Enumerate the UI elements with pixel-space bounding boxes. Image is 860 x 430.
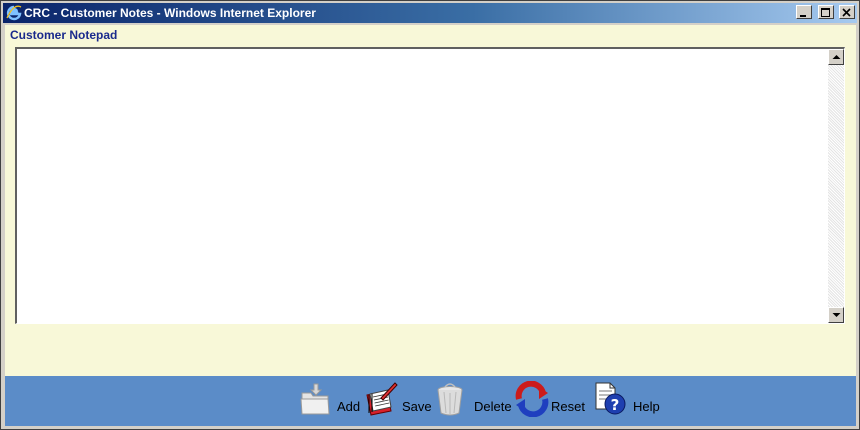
minimize-button[interactable] <box>796 5 813 19</box>
ie-window: CRC - Customer Notes - Windows Internet … <box>0 0 860 430</box>
save-button[interactable]: Save <box>363 381 432 421</box>
svg-text:?: ? <box>611 396 620 414</box>
trash-can-icon <box>437 383 463 416</box>
help-button[interactable]: ? Help <box>593 381 661 421</box>
scroll-up-button[interactable] <box>828 49 844 65</box>
reset-button[interactable]: Reset <box>515 381 589 421</box>
save-label: Save <box>402 399 432 414</box>
close-icon <box>842 8 851 17</box>
add-label: Add <box>337 399 361 414</box>
page-title: Customer Notepad <box>10 28 118 42</box>
window-title: CRC - Customer Notes - Windows Internet … <box>24 6 316 20</box>
folder-add-icon <box>300 383 330 415</box>
scroll-down-button[interactable] <box>828 307 844 323</box>
delete-button[interactable]: Delete <box>435 381 512 421</box>
reset-label: Reset <box>551 399 585 414</box>
help-document-icon: ? <box>595 382 626 415</box>
minimize-icon <box>800 15 807 17</box>
refresh-arrows-icon <box>515 381 549 417</box>
maximize-icon <box>820 8 830 17</box>
add-button[interactable]: Add <box>298 381 360 421</box>
action-toolbar: Add Save Delete Reset ? Help <box>5 376 856 426</box>
delete-label: Delete <box>474 399 512 414</box>
notes-scrollbar[interactable] <box>828 49 844 323</box>
window-controls <box>795 5 855 21</box>
arrow-up-icon <box>832 55 841 59</box>
arrow-down-icon <box>832 313 841 317</box>
title-bar[interactable]: CRC - Customer Notes - Windows Internet … <box>3 3 857 23</box>
notes-frame <box>15 47 845 324</box>
close-button[interactable] <box>839 5 855 19</box>
save-notepad-icon <box>366 382 398 416</box>
page-content: Customer Notepad <box>5 25 856 376</box>
internet-explorer-icon <box>6 5 22 21</box>
help-label: Help <box>633 399 660 414</box>
notes-textarea[interactable] <box>17 49 826 323</box>
maximize-button[interactable] <box>817 5 834 19</box>
